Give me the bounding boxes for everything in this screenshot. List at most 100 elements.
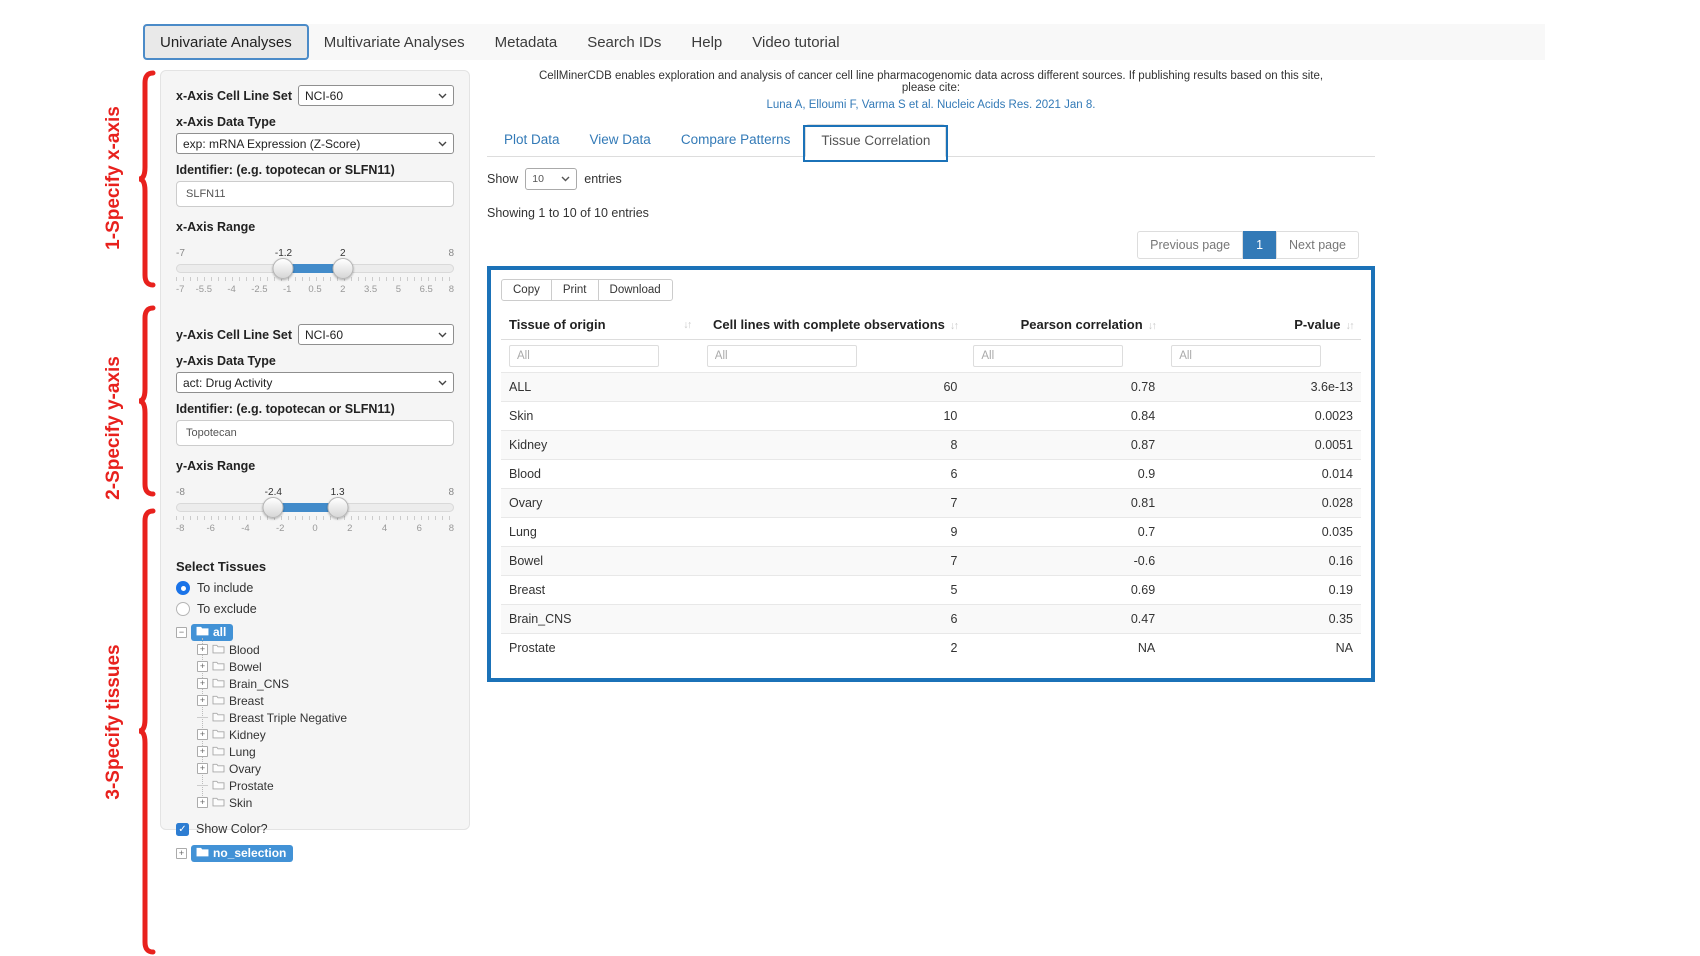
slider-tick-labels: -8-6-4-202468 bbox=[176, 523, 454, 535]
table-row[interactable]: Ovary70.810.028 bbox=[501, 489, 1361, 518]
annotation-step2: 2-Specify y-axis bbox=[103, 356, 125, 500]
filter-input-pearson-correlation[interactable] bbox=[973, 345, 1123, 367]
collapse-icon[interactable]: − bbox=[176, 627, 187, 638]
cell-p-value: 3.6e-13 bbox=[1163, 373, 1361, 402]
slider-tick-label: 8 bbox=[449, 284, 454, 295]
table-row[interactable]: Brain_CNS60.470.35 bbox=[501, 605, 1361, 634]
tree-node-all[interactable]: −all bbox=[176, 624, 454, 641]
entries-select[interactable]: 10 bbox=[525, 168, 577, 190]
tab-tissue-correlation[interactable]: Tissue Correlation bbox=[805, 124, 946, 157]
y-axis-identifier-input[interactable] bbox=[176, 420, 454, 446]
slider-min-label: -7 bbox=[176, 248, 185, 259]
tree-node-brain-cns[interactable]: + Brain_CNS bbox=[197, 675, 454, 692]
folder-icon bbox=[212, 677, 225, 691]
tree-connector bbox=[197, 717, 208, 718]
column-header-tissue-of-origin[interactable]: Tissue of origin↓↑ bbox=[501, 310, 699, 340]
filter-input-cell-lines-with-complete-observations[interactable] bbox=[707, 345, 857, 367]
chevron-down-icon bbox=[438, 380, 447, 386]
slider-handle-to[interactable] bbox=[332, 258, 353, 279]
table-row[interactable]: Kidney80.870.0051 bbox=[501, 431, 1361, 460]
citation-link[interactable]: Luna A, Elloumi F, Varma S et al. Nuclei… bbox=[487, 99, 1375, 111]
slider-handle-from[interactable] bbox=[273, 258, 294, 279]
tree-node-label: Brain_CNS bbox=[229, 677, 289, 691]
expand-icon[interactable]: + bbox=[197, 729, 208, 740]
column-header-label: P-value bbox=[1294, 317, 1340, 332]
y-axis-cell-line-set-select[interactable]: NCI-60 bbox=[298, 324, 454, 345]
column-header-pearson-correlation[interactable]: Pearson correlation ↓↑ bbox=[965, 310, 1163, 340]
sort-icon[interactable]: ↓↑ bbox=[950, 320, 958, 332]
tab-plot-data[interactable]: Plot Data bbox=[489, 124, 575, 156]
slider-tick-marks bbox=[176, 277, 454, 281]
slider-tick-label: -6 bbox=[207, 523, 215, 534]
slider-handle-to[interactable] bbox=[327, 497, 348, 518]
cell-pearson: 0.78 bbox=[965, 373, 1163, 402]
expand-icon[interactable]: + bbox=[197, 746, 208, 757]
slider-handle-from[interactable] bbox=[263, 497, 284, 518]
tab-view-data[interactable]: View Data bbox=[575, 124, 666, 156]
table-row[interactable]: Lung90.70.035 bbox=[501, 518, 1361, 547]
column-header-cell-lines-with-complete-observations[interactable]: Cell lines with complete observations↓↑ bbox=[699, 310, 966, 340]
x-axis-range-slider[interactable]: -78-1.22-7-5.5-4-2.5-10.523.556.58 bbox=[176, 248, 454, 300]
table-row[interactable]: ALL600.783.6e-13 bbox=[501, 373, 1361, 402]
tree-node-blood[interactable]: +Blood bbox=[197, 641, 454, 658]
tree-node-no-selection[interactable]: + no_selection bbox=[176, 845, 454, 862]
expand-icon[interactable]: + bbox=[176, 848, 187, 859]
x-axis-range-label: x-Axis Range bbox=[176, 220, 454, 234]
sort-icon[interactable]: ↓↑ bbox=[1148, 320, 1156, 332]
table-row[interactable]: Blood60.90.014 bbox=[501, 460, 1361, 489]
chevron-down-icon bbox=[438, 141, 447, 147]
tree-node-prostate[interactable]: Prostate bbox=[197, 777, 454, 794]
copy-button[interactable]: Copy bbox=[501, 279, 552, 301]
cell-pearson: -0.6 bbox=[965, 547, 1163, 576]
x-axis-identifier-input[interactable] bbox=[176, 181, 454, 207]
tree-node-bowel[interactable]: +Bowel bbox=[197, 658, 454, 675]
nav-tab-video-tutorial[interactable]: Video tutorial bbox=[737, 24, 854, 60]
table-row[interactable]: Breast50.690.19 bbox=[501, 576, 1361, 605]
tree-node-breast-triple-negative[interactable]: Breast Triple Negative bbox=[197, 709, 454, 726]
x-axis-cell-line-set-select[interactable]: NCI-60 bbox=[298, 85, 454, 106]
cell-p-value: 0.19 bbox=[1163, 576, 1361, 605]
print-button[interactable]: Print bbox=[551, 279, 599, 301]
column-header-label: Pearson correlation bbox=[1021, 317, 1143, 332]
download-button[interactable]: Download bbox=[598, 279, 673, 301]
table-row[interactable]: Prostate2NANA bbox=[501, 634, 1361, 663]
filter-input-tissue-of-origin[interactable] bbox=[509, 345, 659, 367]
tree-node-skin[interactable]: +Skin bbox=[197, 794, 454, 811]
nav-tab-search-ids[interactable]: Search IDs bbox=[572, 24, 676, 60]
pagination-current-page[interactable]: 1 bbox=[1243, 231, 1276, 259]
nav-tab-metadata[interactable]: Metadata bbox=[480, 24, 573, 60]
sort-icon[interactable]: ↓↑ bbox=[683, 319, 691, 331]
table-row[interactable]: Skin100.840.0023 bbox=[501, 402, 1361, 431]
pagination-previous[interactable]: Previous page bbox=[1137, 231, 1243, 259]
expand-icon[interactable]: + bbox=[197, 661, 208, 672]
expand-icon[interactable]: + bbox=[197, 644, 208, 655]
tab-compare-patterns[interactable]: Compare Patterns bbox=[666, 124, 806, 156]
table-row[interactable]: Bowel7-0.60.16 bbox=[501, 547, 1361, 576]
tissues-include-radio[interactable]: To include bbox=[176, 581, 454, 595]
nav-tab-multivariate-analyses[interactable]: Multivariate Analyses bbox=[309, 24, 480, 60]
main-content: CellMinerCDB enables exploration and ana… bbox=[487, 70, 1375, 682]
filter-input-p-value[interactable] bbox=[1171, 345, 1321, 367]
expand-icon[interactable]: + bbox=[197, 678, 208, 689]
y-axis-data-type-select[interactable]: act: Drug Activity bbox=[176, 372, 454, 393]
expand-icon[interactable]: + bbox=[197, 763, 208, 774]
tree-node-ovary[interactable]: +Ovary bbox=[197, 760, 454, 777]
nav-tab-univariate-analyses[interactable]: Univariate Analyses bbox=[143, 24, 309, 60]
tissues-exclude-radio[interactable]: To exclude bbox=[176, 602, 454, 616]
nav-tab-help[interactable]: Help bbox=[676, 24, 737, 60]
show-color-checkbox-row[interactable]: ✓ Show Color? bbox=[176, 822, 454, 836]
annotation-step3: 3-Specify tissues bbox=[103, 644, 125, 799]
cell-pearson: 0.7 bbox=[965, 518, 1163, 547]
expand-icon[interactable]: + bbox=[197, 797, 208, 808]
expand-icon[interactable]: + bbox=[197, 695, 208, 706]
column-header-p-value[interactable]: P-value ↓↑ bbox=[1163, 310, 1361, 340]
tree-node-breast[interactable]: +Breast bbox=[197, 692, 454, 709]
tree-node-kidney[interactable]: +Kidney bbox=[197, 726, 454, 743]
slider-min-label: -8 bbox=[176, 487, 185, 498]
tree-node-lung[interactable]: +Lung bbox=[197, 743, 454, 760]
y-axis-range-slider[interactable]: -88-2.41.3-8-6-4-202468 bbox=[176, 487, 454, 539]
x-axis-data-type-select[interactable]: exp: mRNA Expression (Z-Score) bbox=[176, 133, 454, 154]
pagination-next[interactable]: Next page bbox=[1276, 231, 1359, 259]
sort-icon[interactable]: ↓↑ bbox=[1346, 320, 1354, 332]
table-filter-row bbox=[501, 340, 1361, 373]
